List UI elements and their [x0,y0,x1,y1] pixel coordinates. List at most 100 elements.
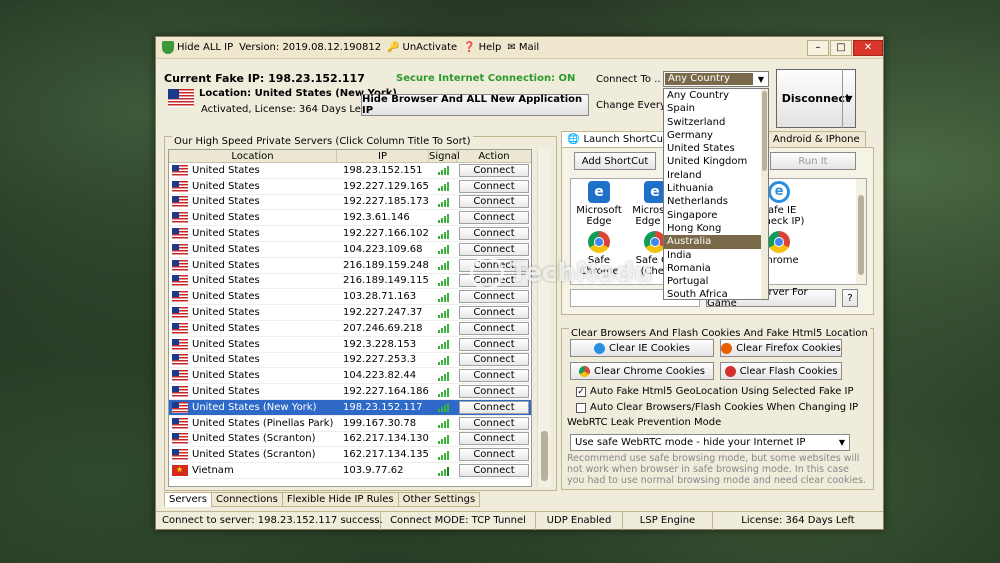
table-row[interactable]: United States 192.227.253.3 Connect [169,353,531,369]
country-option[interactable]: Ireland [664,169,768,182]
country-option[interactable]: United States [664,142,768,155]
unactivate-menu[interactable]: 🔑 UnActivate [387,42,457,53]
table-row[interactable]: United States 207.246.69.218 Connect [169,321,531,337]
connect-button[interactable]: Connect [459,242,529,256]
signal-bar [440,438,443,444]
country-option[interactable]: Any Country [664,89,768,102]
clear-chrome-cookies-button[interactable]: Clear Chrome Cookies [570,362,714,380]
connect-button[interactable]: Connect [459,416,529,430]
connect-button[interactable]: Connect [459,179,529,193]
connect-button[interactable]: Connect [459,195,529,209]
connect-button[interactable]: Connect [459,464,529,478]
table-row[interactable]: United States (New York) 198.23.152.117 Co… [169,399,531,416]
country-option[interactable]: Hong Kong [664,222,768,235]
country-option[interactable]: Lithuania [664,182,768,195]
country-option[interactable]: South Africa [664,288,768,299]
table-row[interactable]: United States (Scranton) 162.217.134.135 C… [169,447,531,464]
shortcut-item[interactable]: e Microsoft Edge [567,181,631,227]
shortcut-scrollbar[interactable] [856,179,866,284]
country-option[interactable]: Portugal [664,275,768,288]
table-row[interactable]: United States 104.223.82.44 Connect [169,368,531,385]
clear-firefox-cookies-button[interactable]: Clear Firefox Cookies [720,339,842,357]
connect-button[interactable]: Connect [459,353,529,367]
connect-button[interactable]: Connect [459,432,529,446]
dropdown-scroll-thumb[interactable] [762,91,767,171]
connect-button[interactable]: Connect [459,163,529,177]
connect-button[interactable]: Connect [459,227,529,241]
connect-button[interactable]: Connect [459,321,529,335]
signal-icon [429,323,457,334]
column-action[interactable]: Action [457,150,531,162]
country-select[interactable]: Any Country ▼ [663,71,769,87]
clear-flash-cookies-button[interactable]: Clear Flash Cookies [720,362,842,380]
table-row[interactable]: United States 198.23.152.151 Connect [169,163,531,179]
minimize-button[interactable]: – [807,39,829,56]
dropdown-scrollbar[interactable] [761,89,768,299]
checkbox-unchecked[interactable] [576,402,586,413]
column-ip[interactable]: IP [337,150,429,162]
signal-bar [443,263,446,271]
run-it-button[interactable]: Run It [770,152,856,170]
connect-button[interactable]: Connect [459,448,529,462]
connect-button[interactable]: Connect [459,290,529,304]
maximize-button[interactable]: □ [830,39,852,56]
server-ip: 216.189.149.115 [343,275,429,287]
table-row[interactable]: United States (Pinellas Park) 199.167.30.… [169,416,531,432]
signal-bar [440,391,443,397]
connect-button[interactable]: Connect [459,306,529,320]
country-option[interactable]: Singapore [664,209,768,222]
us-flag-icon [172,449,188,461]
tab-android-iphone[interactable]: Android & IPhone [766,131,866,147]
help-menu[interactable]: ❓ Help [463,42,501,53]
connect-button[interactable]: Connect [459,400,529,414]
auto-clear-cookies-checkbox[interactable]: Auto Clear Browsers/Flash Cookies When C… [576,402,858,413]
server-ip: 192.3.61.146 [343,212,410,224]
table-row[interactable]: United States 192.3.61.146 Connect [169,210,531,227]
tab-servers[interactable]: Servers [164,492,213,507]
webrtc-mode-select[interactable]: Use safe WebRTC mode - hide your Interne… [570,434,850,451]
server-scroll-thumb[interactable] [541,431,548,481]
table-row[interactable]: United States 192.227.166.102 Connect [169,226,531,242]
server-list-scrollbar[interactable] [537,149,551,487]
country-option[interactable]: Netherlands [664,195,768,208]
hide-browser-button[interactable]: Hide Browser And ALL New Application IP [361,94,589,116]
country-option[interactable]: Germany [664,129,768,142]
country-option[interactable]: Romania [664,262,768,275]
country-option[interactable]: United Kingdom [664,155,768,168]
column-location[interactable]: Location [169,150,337,162]
table-row[interactable]: United States 192.227.164.186 Connect [169,384,531,400]
connect-button[interactable]: Connect [459,211,529,225]
shortcut-scroll-thumb[interactable] [858,195,864,275]
table-row[interactable]: Vietnam 103.9.77.62 Connect [169,463,531,479]
signal-bar [443,247,446,255]
table-row[interactable]: United States (Scranton) 162.217.134.130 C… [169,432,531,448]
country-option[interactable]: Spain [664,102,768,115]
country-option[interactable]: Switzerland [664,116,768,129]
server-location: United States [169,291,337,303]
country-dropdown-list[interactable]: Any Country Spain Switzerland Germany United… [663,88,769,300]
connect-button[interactable]: Connect [459,369,529,383]
tab-connections[interactable]: Connections [211,492,283,507]
disconnect-dropdown-arrow[interactable]: ▼ [842,69,856,128]
table-row[interactable]: United States 192.3.228.153 Connect [169,337,531,353]
help-question-button[interactable]: ? [842,289,858,307]
table-row[interactable]: United States 103.28.71.163 Connect [169,289,531,306]
country-option[interactable]: Australia [664,235,768,249]
tab-flexible-hide-ip-rules[interactable]: Flexible Hide IP Rules [281,492,399,507]
connect-button[interactable]: Connect [459,337,529,351]
tab-launch-shortcut[interactable]: 🌐 Launch ShortCut [561,131,673,147]
column-signal[interactable]: Signal [429,150,460,162]
auto-fake-geolocation-checkbox[interactable]: ✓ Auto Fake Html5 GeoLocation Using Selec… [576,386,854,397]
add-shortcut-button[interactable]: Add ShortCut [574,152,656,170]
table-row[interactable]: United States 192.227.185.173 Connect [169,195,531,211]
country-option[interactable]: India [664,249,768,262]
checkbox-checked[interactable]: ✓ [576,386,586,397]
clear-ie-cookies-button[interactable]: Clear IE Cookies [570,339,714,357]
connect-button[interactable]: Connect [459,385,529,399]
tab-other-settings[interactable]: Other Settings [397,492,481,507]
table-row[interactable]: United States 192.227.129.165 Connect [169,179,531,195]
close-button[interactable]: ✕ [853,39,883,56]
table-row[interactable]: United States 192.227.247.37 Connect [169,305,531,321]
mail-menu[interactable]: ✉ Mail [507,42,539,53]
server-location-text: United States (Scranton) [192,449,316,461]
